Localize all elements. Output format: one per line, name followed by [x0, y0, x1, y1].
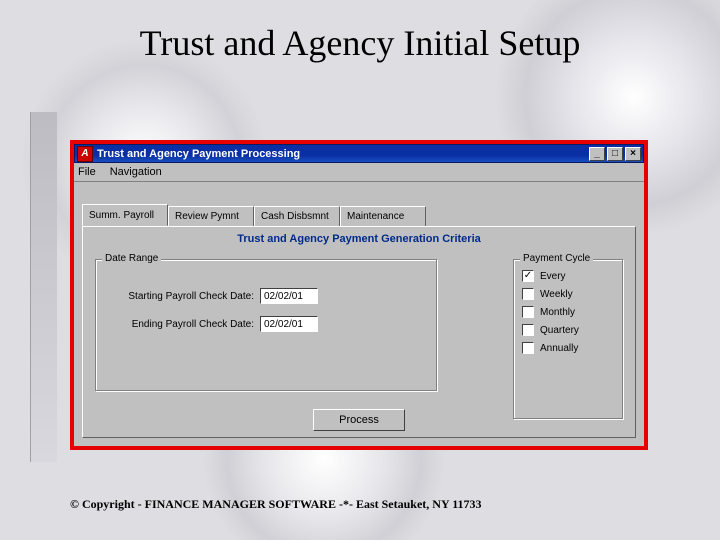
client-area: Summ. Payroll Review Pymnt Cash Disbsmnt… [74, 182, 644, 446]
tab-maintenance[interactable]: Maintenance [340, 206, 426, 226]
app-icon: A [77, 146, 93, 162]
tab-review-pymnt[interactable]: Review Pymnt [168, 206, 254, 226]
titlebar: A Trust and Agency Payment Processing _ … [74, 144, 644, 163]
close-button[interactable]: × [625, 147, 641, 161]
cycle-option-every[interactable]: ✓ Every [522, 270, 614, 282]
checkbox-icon: ✓ [522, 270, 534, 282]
cycle-label: Annually [540, 343, 578, 354]
end-date-label: Ending Payroll Check Date: [104, 319, 254, 330]
window-title: Trust and Agency Payment Processing [97, 148, 587, 160]
slide-title: Trust and Agency Initial Setup [0, 22, 720, 64]
checkbox-icon [522, 288, 534, 300]
minimize-button[interactable]: _ [589, 147, 605, 161]
menu-file[interactable]: File [78, 166, 96, 178]
cycle-label: Weekly [540, 289, 573, 300]
payment-cycle-legend: Payment Cycle [520, 253, 593, 264]
date-range-legend: Date Range [102, 253, 161, 264]
tab-body: Trust and Agency Payment Generation Crit… [82, 226, 636, 438]
cycle-option-weekly[interactable]: Weekly [522, 288, 614, 300]
start-date-label: Starting Payroll Check Date: [104, 291, 254, 302]
maximize-button[interactable]: □ [607, 147, 623, 161]
checkbox-icon [522, 324, 534, 336]
menubar: File Navigation [74, 163, 644, 182]
cycle-option-quartery[interactable]: Quartery [522, 324, 614, 336]
date-range-group: Date Range Starting Payroll Check Date: … [95, 259, 437, 391]
start-date-input[interactable]: 02/02/01 [260, 288, 318, 304]
cycle-option-monthly[interactable]: Monthly [522, 306, 614, 318]
menu-navigation[interactable]: Navigation [110, 166, 162, 178]
checkbox-icon [522, 306, 534, 318]
payment-cycle-group: Payment Cycle ✓ Every Weekly [513, 259, 623, 419]
copyright: © Copyright - FINANCE MANAGER SOFTWARE -… [70, 497, 482, 512]
tab-summ-payroll[interactable]: Summ. Payroll [82, 204, 168, 226]
checkbox-icon [522, 342, 534, 354]
cycle-label: Quartery [540, 325, 579, 336]
app-window: A Trust and Agency Payment Processing _ … [74, 144, 644, 446]
end-date-input[interactable]: 02/02/01 [260, 316, 318, 332]
cycle-option-annually[interactable]: Annually [522, 342, 614, 354]
tabs-row: Summ. Payroll Review Pymnt Cash Disbsmnt… [82, 206, 426, 226]
process-button[interactable]: Process [313, 409, 405, 431]
cycle-label: Monthly [540, 307, 575, 318]
tab-cash-disbsmnt[interactable]: Cash Disbsmnt [254, 206, 340, 226]
panel-title: Trust and Agency Payment Generation Crit… [83, 233, 635, 245]
cycle-label: Every [540, 271, 566, 282]
screenshot-frame: A Trust and Agency Payment Processing _ … [70, 140, 648, 450]
